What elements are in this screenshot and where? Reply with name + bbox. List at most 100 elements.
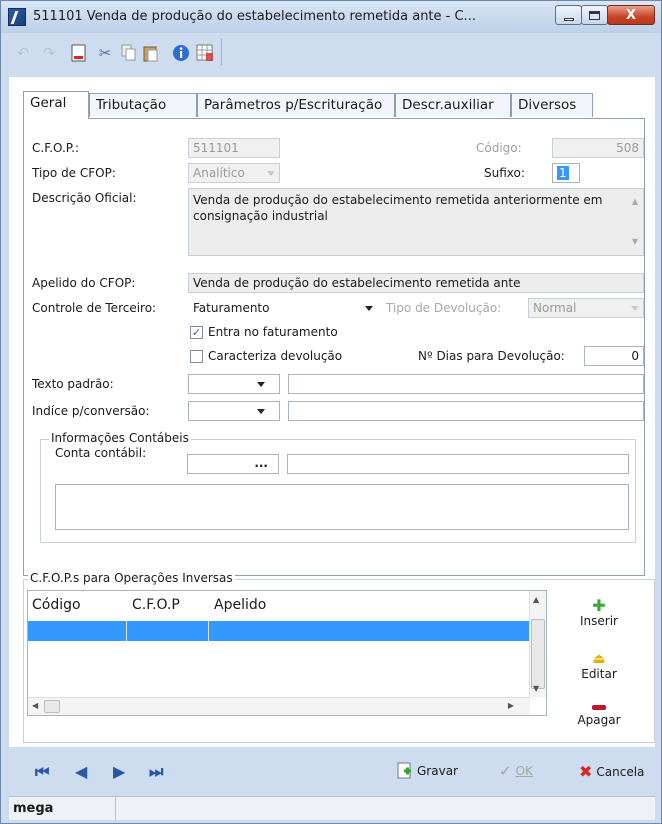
- ok-button[interactable]: ✓ OK: [499, 762, 533, 780]
- info-icon[interactable]: [171, 43, 191, 63]
- tipo-cfop-label: Tipo de CFOP:: [32, 166, 116, 180]
- maximize-button[interactable]: [581, 5, 608, 25]
- entra-faturamento-label: Entra no faturamento: [208, 325, 338, 339]
- apelido-field[interactable]: Venda de produção do estabelecimento rem…: [188, 273, 644, 293]
- ok-label: OK: [515, 764, 533, 778]
- first-record-icon[interactable]: ⏮: [35, 762, 49, 782]
- new-doc-icon[interactable]: [69, 43, 89, 63]
- status-bar: mega: [9, 796, 655, 821]
- column-header-apelido[interactable]: Apelido: [214, 597, 266, 613]
- previous-record-icon[interactable]: ◀: [75, 762, 87, 781]
- tab-descr-auxiliar[interactable]: Descr.auxiliar: [395, 93, 511, 117]
- apagar-button[interactable]: Apagar: [571, 699, 627, 727]
- tab-label: Diversos: [518, 97, 577, 113]
- texto-padrao-field[interactable]: [288, 374, 644, 394]
- sufixo-label: Sufixo:: [484, 166, 525, 180]
- dias-devolucao-field[interactable]: 0: [584, 346, 644, 366]
- eject-icon: ⏏: [592, 651, 606, 667]
- operacoes-inversas-title: C.F.O.P.s para Operações Inversas: [28, 571, 235, 585]
- last-record-icon[interactable]: ⏭: [149, 762, 163, 782]
- column-header-codigo[interactable]: Código: [32, 597, 81, 613]
- descricao-field[interactable]: Venda de produção do estabelecimento rem…: [188, 188, 644, 256]
- hscroll-thumb[interactable]: [44, 700, 60, 713]
- informacoes-contabeis-title: Informações Contábeis: [49, 431, 191, 445]
- minimize-button[interactable]: [555, 5, 582, 25]
- tipo-devolucao-value: Normal: [533, 301, 577, 315]
- tab-geral[interactable]: Geral: [23, 91, 89, 119]
- tab-content: C.F.O.P.: 511101 Código: 508 Tipo de CFO…: [23, 118, 645, 576]
- cfop-field: 511101: [188, 138, 280, 158]
- informacoes-contabeis-group: Informações Contábeis Conta contábil: ..…: [40, 431, 636, 543]
- scroll-up-icon[interactable]: ▲: [533, 595, 539, 604]
- editar-button[interactable]: ⏏ Editar: [571, 651, 627, 681]
- minimize-icon: [563, 17, 574, 21]
- codigo-field: 508: [552, 138, 644, 158]
- chevron-down-icon: [267, 171, 275, 176]
- tipo-devolucao-label: Tipo de Devolução:: [386, 301, 502, 315]
- tab-parametros[interactable]: Parâmetros p/Escrituração: [197, 93, 395, 117]
- conta-contabil-label: Conta contábil:: [55, 446, 147, 460]
- column-separator: [126, 621, 127, 641]
- chevron-down-icon: [631, 306, 639, 311]
- entra-faturamento-checkbox[interactable]: ✓: [190, 326, 203, 339]
- scroll-up-icon[interactable]: ▲: [632, 194, 638, 210]
- indice-conversao-select[interactable]: [188, 401, 280, 421]
- inserir-button[interactable]: ✚ Inserir: [571, 596, 627, 629]
- texto-padrao-select[interactable]: [188, 374, 280, 394]
- copy-icon[interactable]: [119, 43, 139, 63]
- conta-contabil-select[interactable]: ...: [187, 454, 279, 474]
- toolbar: ↶ ↷ ✂: [9, 37, 655, 77]
- chevron-down-icon: [257, 382, 265, 387]
- tipo-cfop-value: Analítico: [193, 166, 245, 180]
- inversas-grid[interactable]: Código C.F.O.P Apelido ▲ ▼ ◀ ▶: [27, 590, 547, 716]
- editar-label: Editar: [581, 667, 617, 681]
- vertical-scrollbar[interactable]: ▲ ▼: [529, 591, 546, 697]
- cancel-icon: ✖: [579, 762, 593, 781]
- scroll-down-icon[interactable]: ▼: [533, 684, 539, 693]
- sufixo-field[interactable]: 1: [552, 163, 580, 183]
- paste-icon[interactable]: [141, 43, 161, 63]
- indice-conversao-field[interactable]: [288, 401, 644, 421]
- tipo-cfop-select: Analítico: [188, 163, 280, 183]
- undo-icon[interactable]: ↶: [13, 43, 33, 63]
- apagar-label: Apagar: [577, 713, 621, 727]
- ellipsis-icon[interactable]: ...: [254, 456, 268, 470]
- title-bar[interactable]: 511101 Venda de produção do estabelecime…: [1, 1, 661, 33]
- column-header-cfop[interactable]: C.F.O.P: [132, 597, 180, 613]
- chevron-down-icon: [365, 306, 373, 311]
- cancela-button[interactable]: ✖ Cancela: [579, 762, 644, 781]
- texto-padrao-label: Texto padrão:: [32, 377, 114, 391]
- apelido-label: Apelido do CFOP:: [32, 276, 136, 290]
- close-icon: X: [625, 7, 637, 23]
- tab-label: Geral: [30, 95, 67, 111]
- conta-contabil-description[interactable]: [55, 484, 629, 530]
- inserir-label: Inserir: [580, 614, 618, 628]
- app-icon: [8, 8, 26, 26]
- gravar-button[interactable]: Gravar: [397, 762, 458, 780]
- tab-tributacao[interactable]: Tributação: [89, 93, 197, 117]
- scroll-thumb[interactable]: [531, 619, 545, 689]
- table-row[interactable]: [28, 621, 530, 641]
- grid-header: Código C.F.O.P Apelido: [28, 591, 530, 619]
- status-separator: [115, 797, 116, 821]
- horizontal-scrollbar[interactable]: ◀ ▶: [28, 697, 530, 715]
- cut-icon[interactable]: ✂: [95, 43, 115, 63]
- controle-select[interactable]: Faturamento: [188, 298, 378, 318]
- cancela-label: Cancela: [596, 764, 645, 779]
- conta-contabil-field[interactable]: [287, 454, 629, 474]
- scroll-right-icon[interactable]: ▶: [508, 701, 514, 710]
- tab-label: Parâmetros p/Escrituração: [204, 97, 383, 113]
- close-button[interactable]: X: [607, 5, 655, 25]
- plus-icon: ✚: [592, 596, 606, 615]
- grid-icon[interactable]: [195, 43, 215, 63]
- redo-icon[interactable]: ↷: [39, 43, 59, 63]
- gravar-label: Gravar: [417, 764, 458, 778]
- controle-value: Faturamento: [193, 301, 270, 315]
- caracteriza-devolucao-checkbox[interactable]: [190, 350, 203, 363]
- scroll-down-icon[interactable]: ▼: [632, 234, 638, 250]
- save-icon: [397, 762, 411, 779]
- next-record-icon[interactable]: ▶: [113, 762, 125, 781]
- tab-diversos[interactable]: Diversos: [511, 93, 593, 117]
- column-separator: [208, 621, 209, 641]
- scroll-left-icon[interactable]: ◀: [32, 701, 38, 710]
